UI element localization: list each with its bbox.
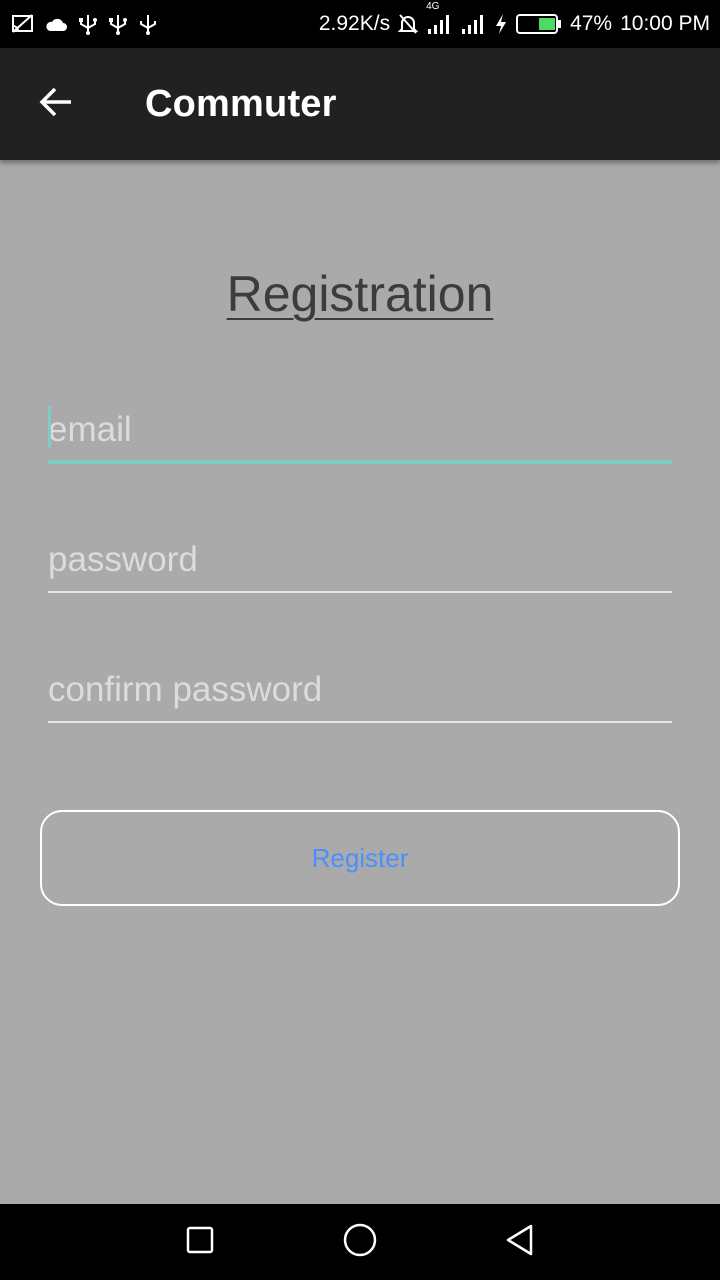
usb-icon [138,13,158,35]
app-bar: Commuter [0,48,720,160]
confirm-password-field-container [48,659,672,723]
status-bar: 2.92K/s 4G 47% 10:00 PM [0,0,720,48]
password-field[interactable] [48,529,672,593]
charging-icon [494,13,508,35]
app-title: Commuter [145,83,337,125]
system-back-button[interactable] [480,1204,560,1280]
signal-icon [460,13,486,35]
cast-off-icon [12,14,34,34]
network-speed: 2.92K/s [318,12,391,35]
home-button[interactable] [320,1204,400,1280]
email-field-container [48,400,672,464]
cloud-icon [44,16,68,32]
usb-icon [78,13,98,35]
recent-apps-icon [185,1225,215,1260]
confirm-password-field[interactable] [48,659,672,723]
recent-apps-button[interactable] [160,1204,240,1280]
arrow-left-icon [39,87,73,122]
battery-icon [516,13,562,35]
notifications-off-icon [398,13,419,35]
usb-icon [108,13,128,35]
battery-percent: 47% [570,12,613,35]
password-field-container [48,529,672,593]
back-button[interactable] [24,76,88,132]
home-icon [342,1222,378,1263]
network-type-label: 4G [426,1,440,12]
navigation-bar [0,1204,720,1280]
page-title: Registration [226,266,494,322]
email-field[interactable] [48,400,672,464]
register-button[interactable]: Register [40,810,680,906]
text-cursor [48,406,51,448]
back-icon [504,1223,536,1262]
clock: 10:00 PM [620,12,710,35]
signal-4g-icon: 4G [426,1,452,35]
registration-form: Registration Register [0,160,720,1204]
status-left-icons [12,13,158,35]
status-right-icons: 2.92K/s 4G 47% 10:00 PM [318,1,710,36]
